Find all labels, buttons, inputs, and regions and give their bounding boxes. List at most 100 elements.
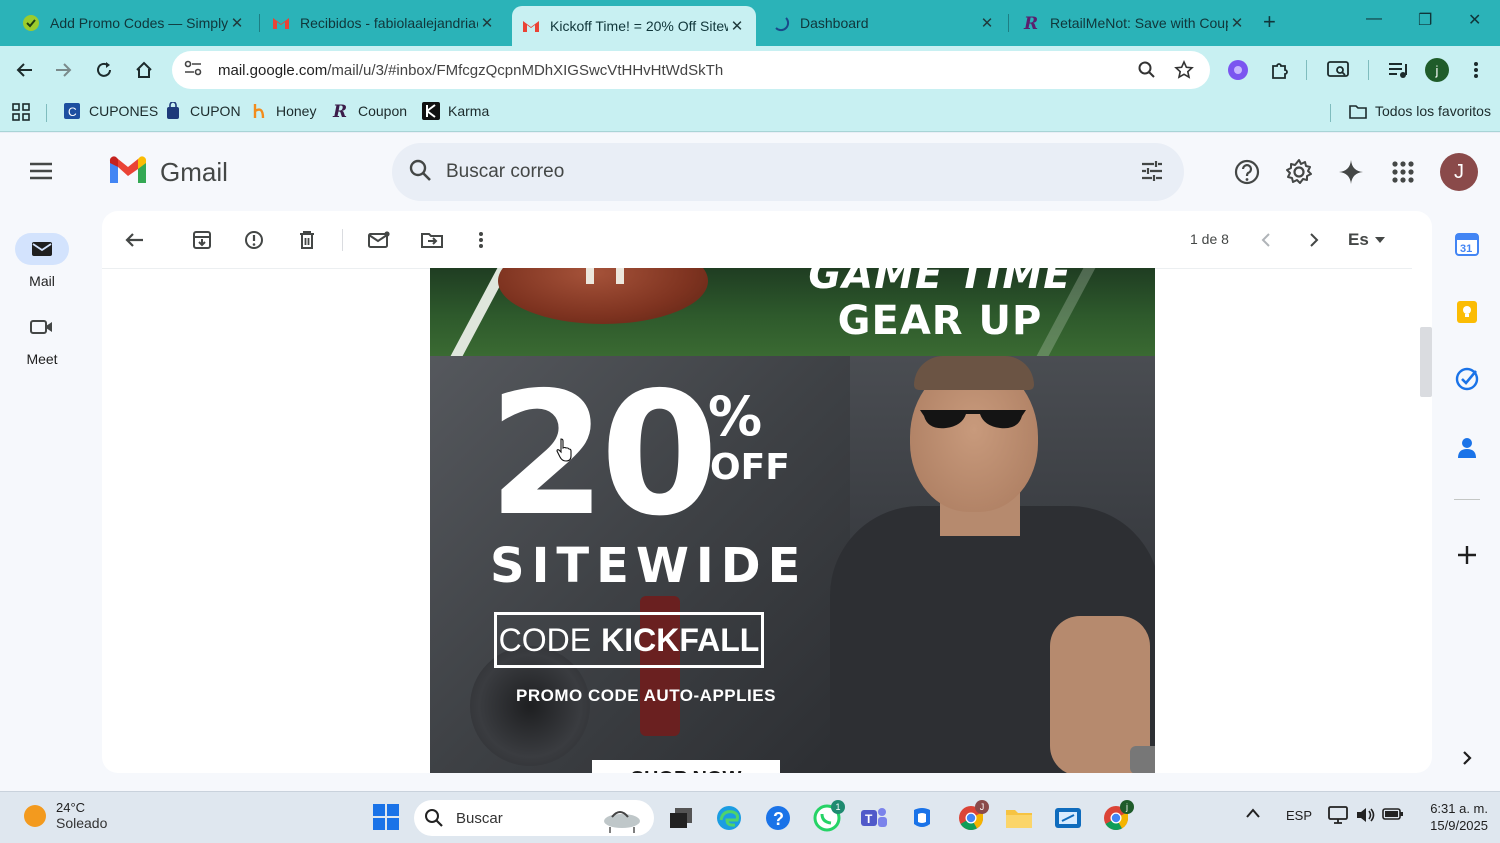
model-photo: 20 % OFF SITEWIDE CODE KICKFALL PROMO CO… — [430, 356, 1155, 773]
close-window-button[interactable]: ✕ — [1468, 10, 1481, 30]
forward-button[interactable] — [52, 58, 76, 82]
close-tab-icon[interactable]: ✕ — [728, 17, 746, 35]
browser-menu-icon[interactable] — [1464, 58, 1488, 82]
new-tab-button[interactable]: + — [1263, 9, 1276, 35]
all-bookmarks-folder[interactable]: Todos los favoritos — [1349, 102, 1491, 120]
notification-badge: 1 — [831, 800, 845, 814]
close-tab-icon[interactable]: ✕ — [478, 14, 496, 32]
bookmark-cupon[interactable]: CUPON — [164, 102, 241, 120]
snipping-tool-icon[interactable] — [1054, 804, 1082, 832]
teams-icon[interactable]: T — [860, 804, 888, 832]
url-host: mail.google.com — [218, 61, 328, 79]
weather-widget[interactable]: 24°C Soleado — [24, 800, 107, 831]
apps-grid-icon[interactable] — [12, 103, 30, 121]
contacts-icon[interactable] — [1454, 435, 1480, 461]
settings-gear-icon[interactable] — [1284, 157, 1314, 187]
task-view-icon[interactable] — [667, 804, 695, 832]
bookmark-coupon[interactable]: R Coupon — [332, 102, 407, 120]
bookmark-karma[interactable]: Karma — [422, 102, 489, 120]
delete-trash-icon[interactable] — [295, 228, 319, 252]
profile-avatar[interactable]: j — [1425, 58, 1449, 82]
zoom-icon[interactable] — [1138, 61, 1156, 84]
archive-icon[interactable] — [190, 228, 214, 252]
back-to-inbox-icon[interactable] — [122, 228, 146, 252]
extensions-puzzle-icon[interactable] — [1268, 58, 1292, 82]
copilot-app-icon[interactable] — [908, 804, 936, 832]
screen-search-icon[interactable] — [1326, 58, 1350, 82]
move-to-icon[interactable] — [420, 228, 444, 252]
bookmarks-bar: C CUPONES CUPON Honey R Coupon Karma Tod… — [0, 94, 1500, 132]
url-path: /mail/u/3/#inbox/FMfcgzQcpnMDhXIGSwcVtHH… — [327, 61, 724, 79]
media-control-icon[interactable] — [1386, 58, 1410, 82]
mark-unread-icon[interactable] — [367, 228, 391, 252]
get-help-icon[interactable]: ? — [764, 804, 792, 832]
search-options-icon[interactable] — [1140, 159, 1164, 188]
url-text: mail.google.com/mail/u/3/#inbox/FMfcgzQc… — [218, 62, 723, 79]
promo-email-banner[interactable]: GAME TIME GEAR UP 20 % OFF SITEWIDE CODE… — [430, 268, 1155, 773]
nav-mail[interactable]: Mail — [14, 233, 70, 289]
show-hidden-icons-chevron[interactable] — [1246, 806, 1260, 821]
keep-icon[interactable] — [1454, 299, 1480, 325]
tab-simplycodes[interactable]: Add Promo Codes — SimplyC ✕ — [12, 6, 256, 40]
chrome-profile-badge: J — [975, 800, 989, 814]
chrome-profile-icon[interactable]: j — [1102, 800, 1134, 832]
windows-start-icon[interactable] — [372, 803, 400, 831]
browser-tab-strip: Add Promo Codes — SimplyC ✕ Recibidos - … — [0, 0, 1500, 46]
account-avatar[interactable]: J — [1440, 153, 1478, 191]
tab-divider — [259, 14, 260, 32]
expand-panel-chevron-icon[interactable] — [1454, 745, 1480, 771]
more-options-icon[interactable] — [469, 228, 493, 252]
file-explorer-icon[interactable] — [1005, 804, 1033, 832]
edge-browser-icon[interactable] — [715, 804, 743, 832]
bookmark-honey[interactable]: Honey — [250, 102, 316, 120]
home-button[interactable] — [132, 58, 156, 82]
nav-label: Mail — [29, 273, 55, 289]
add-addon-icon[interactable] — [1454, 542, 1480, 568]
gemini-sparkle-icon[interactable] — [1336, 157, 1366, 187]
battery-icon[interactable] — [1382, 807, 1404, 824]
input-tools-button[interactable]: Es — [1348, 228, 1394, 252]
bookmark-star-icon[interactable] — [1174, 60, 1194, 85]
input-language[interactable]: ESP — [1286, 808, 1312, 823]
reload-button[interactable] — [92, 58, 116, 82]
restore-button[interactable]: ❐ — [1418, 10, 1432, 30]
close-tab-icon[interactable]: ✕ — [1228, 14, 1246, 32]
google-apps-icon[interactable] — [1388, 157, 1418, 187]
help-icon[interactable] — [1232, 157, 1262, 187]
whatsapp-icon[interactable]: 1 — [813, 800, 845, 832]
browser-toolbar: mail.google.com/mail/u/3/#inbox/FMfcgzQc… — [0, 46, 1500, 94]
tab-kickoff-email[interactable]: Kickoff Time! = 20% Off Sitew ✕ — [512, 6, 756, 46]
search-mail-box[interactable]: Buscar correo — [392, 143, 1184, 201]
tasks-icon[interactable] — [1454, 366, 1480, 392]
volume-icon[interactable] — [1355, 806, 1375, 827]
bag-icon — [164, 102, 182, 120]
close-tab-icon[interactable]: ✕ — [978, 14, 996, 32]
site-info-icon[interactable] — [184, 60, 202, 81]
lang-label: Es — [1348, 230, 1369, 249]
chrome-icon[interactable]: J — [957, 800, 989, 832]
minimize-button[interactable]: — — [1366, 10, 1382, 28]
svg-text:R: R — [1023, 14, 1038, 32]
older-chevron-icon[interactable] — [1302, 228, 1326, 252]
main-menu-icon[interactable] — [28, 161, 54, 186]
message-scrollbar[interactable] — [1420, 327, 1432, 397]
newer-chevron-icon[interactable] — [1254, 228, 1278, 252]
shop-now-button[interactable]: SHOP NOW — [592, 760, 780, 773]
search-icon[interactable] — [408, 158, 432, 187]
calendar-icon[interactable]: 31 — [1454, 231, 1480, 257]
address-bar[interactable]: mail.google.com/mail/u/3/#inbox/FMfcgzQc… — [172, 51, 1210, 89]
gmail-logo[interactable]: Gmail — [108, 155, 228, 190]
simplycodes-icon — [22, 14, 40, 32]
back-button[interactable] — [12, 58, 36, 82]
network-icon[interactable] — [1328, 806, 1348, 827]
extension-copilot-icon[interactable] — [1226, 58, 1250, 82]
system-clock[interactable]: 6:31 a. m. 15/9/2025 — [1418, 800, 1488, 834]
report-spam-icon[interactable] — [242, 228, 266, 252]
nav-meet[interactable]: Meet — [14, 311, 70, 367]
bookmark-cupones[interactable]: C CUPONES — [63, 102, 158, 120]
tab-retailmenot[interactable]: R RetailMeNot: Save with Coup ✕ — [1012, 6, 1256, 40]
tab-dashboard[interactable]: Dashboard ✕ — [762, 6, 1006, 40]
close-tab-icon[interactable]: ✕ — [228, 14, 246, 32]
tab-gmail-inbox[interactable]: Recibidos - fabiolaalejandria@ ✕ — [262, 6, 506, 40]
taskbar-search[interactable]: Buscar — [414, 800, 654, 836]
